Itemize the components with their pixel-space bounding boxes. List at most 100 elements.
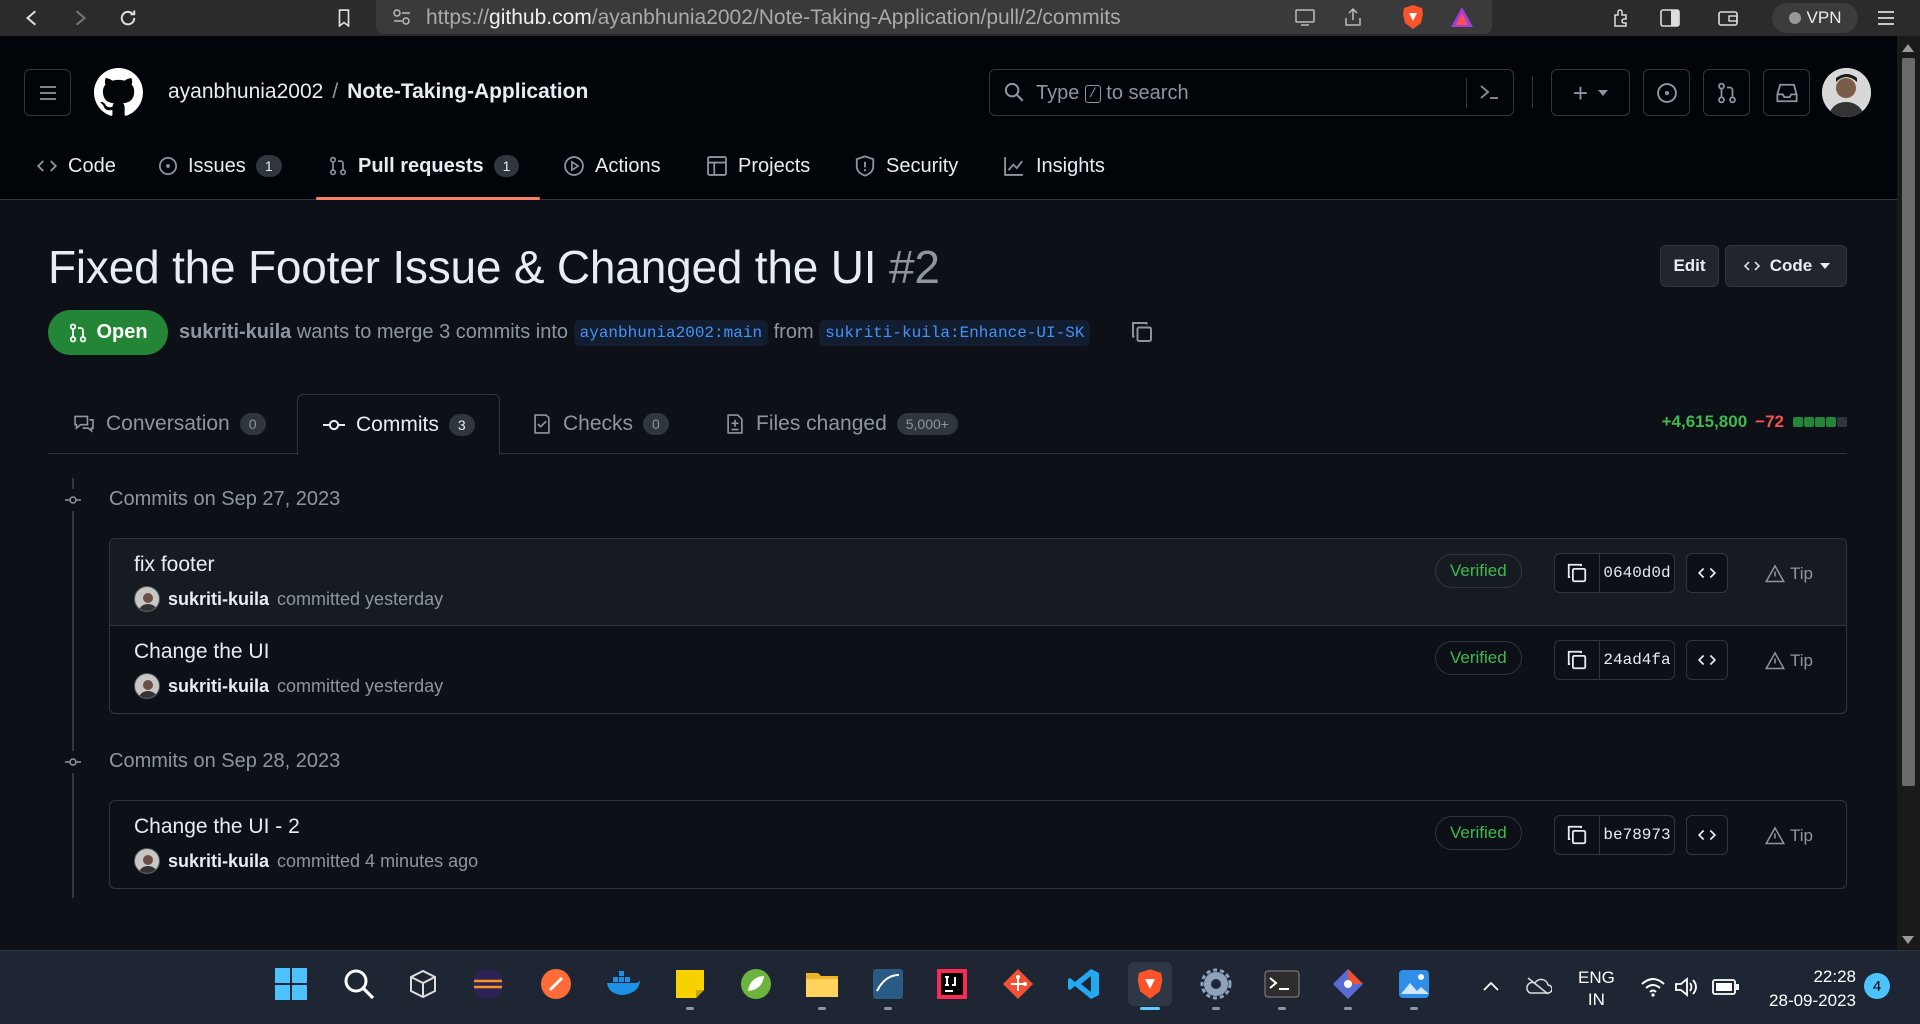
- sidebar-icon[interactable]: [1656, 4, 1684, 32]
- bookmark-icon[interactable]: [330, 4, 358, 32]
- menu-icon[interactable]: [1872, 4, 1900, 32]
- copy-sha-button[interactable]: [1554, 815, 1600, 855]
- hamburger-menu-button[interactable]: [24, 69, 71, 116]
- avatar[interactable]: [134, 673, 160, 699]
- onedrive-icon[interactable]: [1524, 976, 1552, 996]
- commit-sha[interactable]: 0640d0d: [1599, 553, 1675, 593]
- taskbar-app-eclipse[interactable]: [466, 962, 510, 1006]
- code-dropdown-button[interactable]: Code: [1725, 245, 1847, 287]
- start-button[interactable]: [269, 962, 313, 1006]
- tab-commits[interactable]: Commits 3: [297, 394, 500, 455]
- taskbar-app-spring[interactable]: [734, 962, 778, 1006]
- commit-title[interactable]: Change the UI - 2: [134, 815, 300, 839]
- page-scrollbar-thumb[interactable]: [1902, 58, 1915, 786]
- commit-title[interactable]: fix footer: [134, 553, 215, 577]
- issues-button[interactable]: [1643, 69, 1690, 116]
- tab-pull-requests[interactable]: Pull requests 1: [328, 146, 520, 186]
- taskbar-app-file-explorer[interactable]: [800, 962, 844, 1010]
- tab-security[interactable]: Security: [854, 146, 958, 186]
- commit-author[interactable]: sukriti-kuila: [168, 676, 269, 697]
- browse-repo-button[interactable]: [1686, 640, 1728, 680]
- tab-checks[interactable]: Checks 0: [531, 394, 669, 454]
- verified-badge[interactable]: Verified: [1435, 641, 1522, 675]
- taskbar-app-photos[interactable]: [1392, 962, 1436, 1010]
- forward-icon[interactable]: [66, 4, 94, 32]
- taskbar-app-intellij[interactable]: [930, 962, 974, 1006]
- taskbar-app-virtualbox[interactable]: [401, 962, 445, 1006]
- edit-button[interactable]: Edit: [1660, 245, 1719, 287]
- address-bar[interactable]: https://github.com/ayanbhunia2002/Note-T…: [376, 0, 1492, 34]
- scroll-down-arrow-icon[interactable]: [1902, 936, 1914, 944]
- volume-icon[interactable]: [1674, 976, 1700, 998]
- tab-issues[interactable]: Issues 1: [158, 146, 282, 186]
- taskbar-app-terminal[interactable]: [1260, 962, 1304, 1010]
- copy-branch-icon[interactable]: [1130, 320, 1154, 344]
- caret-down-icon: [1598, 89, 1609, 96]
- share-icon[interactable]: [1342, 6, 1364, 28]
- tab-conversation[interactable]: Conversation 0: [72, 394, 266, 454]
- command-palette-icon[interactable]: [1478, 82, 1500, 102]
- reload-icon[interactable]: [114, 4, 142, 32]
- wallet-icon[interactable]: [1714, 4, 1742, 32]
- site-settings-icon[interactable]: [392, 8, 412, 26]
- tab-projects[interactable]: Projects: [706, 146, 810, 186]
- brave-rewards-icon[interactable]: [1449, 5, 1475, 29]
- taskbar-app-settings[interactable]: [1194, 962, 1238, 1010]
- tab-files-changed[interactable]: Files changed 5,000+: [724, 394, 958, 454]
- git-icon: [1003, 969, 1033, 999]
- back-icon[interactable]: [18, 4, 46, 32]
- verified-badge[interactable]: Verified: [1435, 816, 1522, 850]
- running-indicator: [1344, 1007, 1352, 1010]
- base-branch[interactable]: ayanbhunia2002:main: [573, 320, 769, 346]
- avatar[interactable]: [134, 586, 160, 612]
- search-input[interactable]: Type / to search: [989, 69, 1514, 116]
- commit-sha[interactable]: 24ad4fa: [1599, 640, 1675, 680]
- copy-sha-button[interactable]: [1554, 553, 1600, 593]
- taskbar-app-git[interactable]: [996, 962, 1040, 1006]
- repo-link[interactable]: Note-Taking-Application: [347, 80, 588, 103]
- taskbar-app-sticky-notes[interactable]: [668, 962, 712, 1010]
- taskbar-app-postman[interactable]: [534, 962, 578, 1006]
- taskbar-app-mysql-workbench[interactable]: [866, 962, 910, 1010]
- system-clock[interactable]: 22:28 28-09-2023: [1760, 965, 1856, 1013]
- owner-link[interactable]: ayanbhunia2002: [168, 80, 323, 103]
- taskbar-app-gitkraken[interactable]: [1326, 962, 1370, 1010]
- tab-code[interactable]: Code: [36, 146, 116, 186]
- inbox-button[interactable]: [1763, 69, 1810, 116]
- copy-sha-button[interactable]: [1554, 640, 1600, 680]
- create-new-button[interactable]: +: [1551, 69, 1630, 116]
- brave-shield-icon[interactable]: [1400, 3, 1426, 31]
- user-avatar[interactable]: [1822, 68, 1871, 117]
- github-logo-icon[interactable]: [94, 68, 143, 117]
- taskbar-app-brave[interactable]: [1128, 962, 1172, 1010]
- head-branch[interactable]: sukriti-kuila:Enhance-UI-SK: [819, 320, 1091, 346]
- commit-title[interactable]: Change the UI: [134, 640, 269, 664]
- tab-label: Commits: [356, 413, 439, 436]
- vpn-button[interactable]: VPN: [1772, 3, 1858, 33]
- commit-author[interactable]: sukriti-kuila: [168, 589, 269, 610]
- scroll-up-arrow-icon[interactable]: [1902, 44, 1914, 52]
- cast-icon[interactable]: [1294, 7, 1316, 27]
- wifi-icon[interactable]: [1640, 976, 1666, 998]
- tab-insights[interactable]: Insights: [1002, 146, 1105, 186]
- extensions-icon[interactable]: [1608, 4, 1636, 32]
- taskbar-app-docker[interactable]: [601, 962, 645, 1006]
- taskbar-app-vscode[interactable]: [1062, 962, 1106, 1006]
- tray-overflow-chevron-icon[interactable]: [1482, 980, 1500, 992]
- commit-sha[interactable]: be78973: [1599, 815, 1675, 855]
- verified-badge[interactable]: Verified: [1435, 554, 1522, 588]
- avatar[interactable]: [134, 848, 160, 874]
- browse-repo-button[interactable]: [1686, 553, 1728, 593]
- commit-author[interactable]: sukriti-kuila: [168, 851, 269, 872]
- pr-number: #2: [888, 241, 940, 293]
- author-link[interactable]: sukriti-kuila: [179, 321, 291, 343]
- search-taskbar-button[interactable]: [337, 962, 381, 1006]
- language-indicator[interactable]: ENG IN: [1578, 967, 1615, 1011]
- notification-badge[interactable]: 4: [1864, 973, 1890, 999]
- pull-requests-button[interactable]: [1703, 69, 1750, 116]
- battery-icon[interactable]: [1712, 978, 1740, 996]
- tab-actions[interactable]: Actions: [563, 146, 661, 186]
- browse-repo-button[interactable]: [1686, 815, 1728, 855]
- github-header: [0, 36, 1920, 200]
- breadcrumb: ayanbhunia2002 / Note-Taking-Application: [168, 80, 588, 104]
